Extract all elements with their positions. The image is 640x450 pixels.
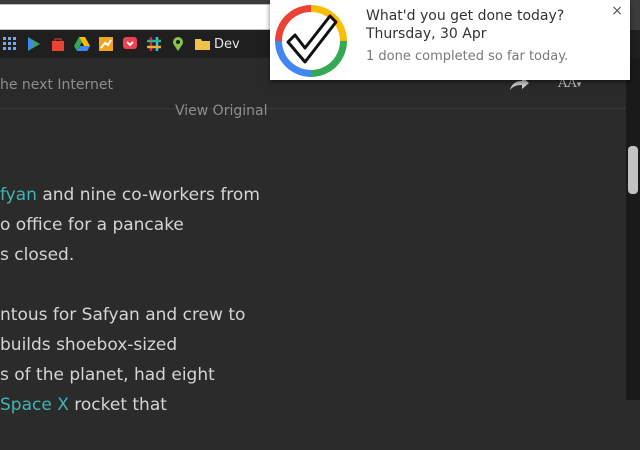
checkmark-logo-icon (272, 2, 350, 84)
text-run: ntous for Safyan and crew to (0, 305, 246, 325)
article-link[interactable]: Space X (0, 395, 69, 415)
article-title: he next Internet (0, 77, 113, 93)
notification-popup[interactable]: What'd you get done today? Thursday, 30 … (270, 0, 630, 80)
scrollbar-thumb[interactable] (628, 146, 638, 194)
view-original-link[interactable]: View Original (175, 103, 267, 119)
folder-icon[interactable] (194, 36, 210, 52)
shopping-bag-icon[interactable] (50, 36, 66, 52)
article-paragraph: fyan and nine co-workers from o office f… (0, 180, 626, 270)
text-run: o office for a pancake (0, 215, 184, 235)
text-run: s closed. (0, 245, 75, 265)
bookmark-dev-folder[interactable]: Dev (214, 37, 240, 52)
text-run: rocket that (74, 395, 167, 415)
slack-icon[interactable] (146, 36, 162, 52)
notification-message: 1 done completed so far today. (366, 49, 569, 64)
map-pin-icon[interactable] (170, 36, 186, 52)
scrollbar-track[interactable] (626, 58, 640, 400)
google-drive-icon[interactable] (74, 36, 90, 52)
text-run: builds shoebox-sized (0, 335, 178, 355)
play-store-icon[interactable] (26, 36, 42, 52)
article-link[interactable]: fyan (0, 185, 37, 205)
notification-title: What'd you get done today? (366, 8, 565, 24)
pocket-icon[interactable] (122, 36, 138, 52)
analytics-chart-icon[interactable] (98, 36, 114, 52)
apps-grid-icon[interactable] (2, 36, 18, 52)
article-paragraph: ntous for Safyan and crew to builds shoe… (0, 300, 626, 420)
text-run: and nine co-workers from (36, 185, 260, 205)
close-icon[interactable]: × (611, 3, 623, 19)
article-body: fyan and nine co-workers from o office f… (0, 180, 626, 450)
text-run: s of the planet, had eight (0, 365, 215, 385)
chevron-down-icon: ▾ (576, 80, 582, 90)
notification-date: Thursday, 30 Apr (366, 26, 487, 42)
